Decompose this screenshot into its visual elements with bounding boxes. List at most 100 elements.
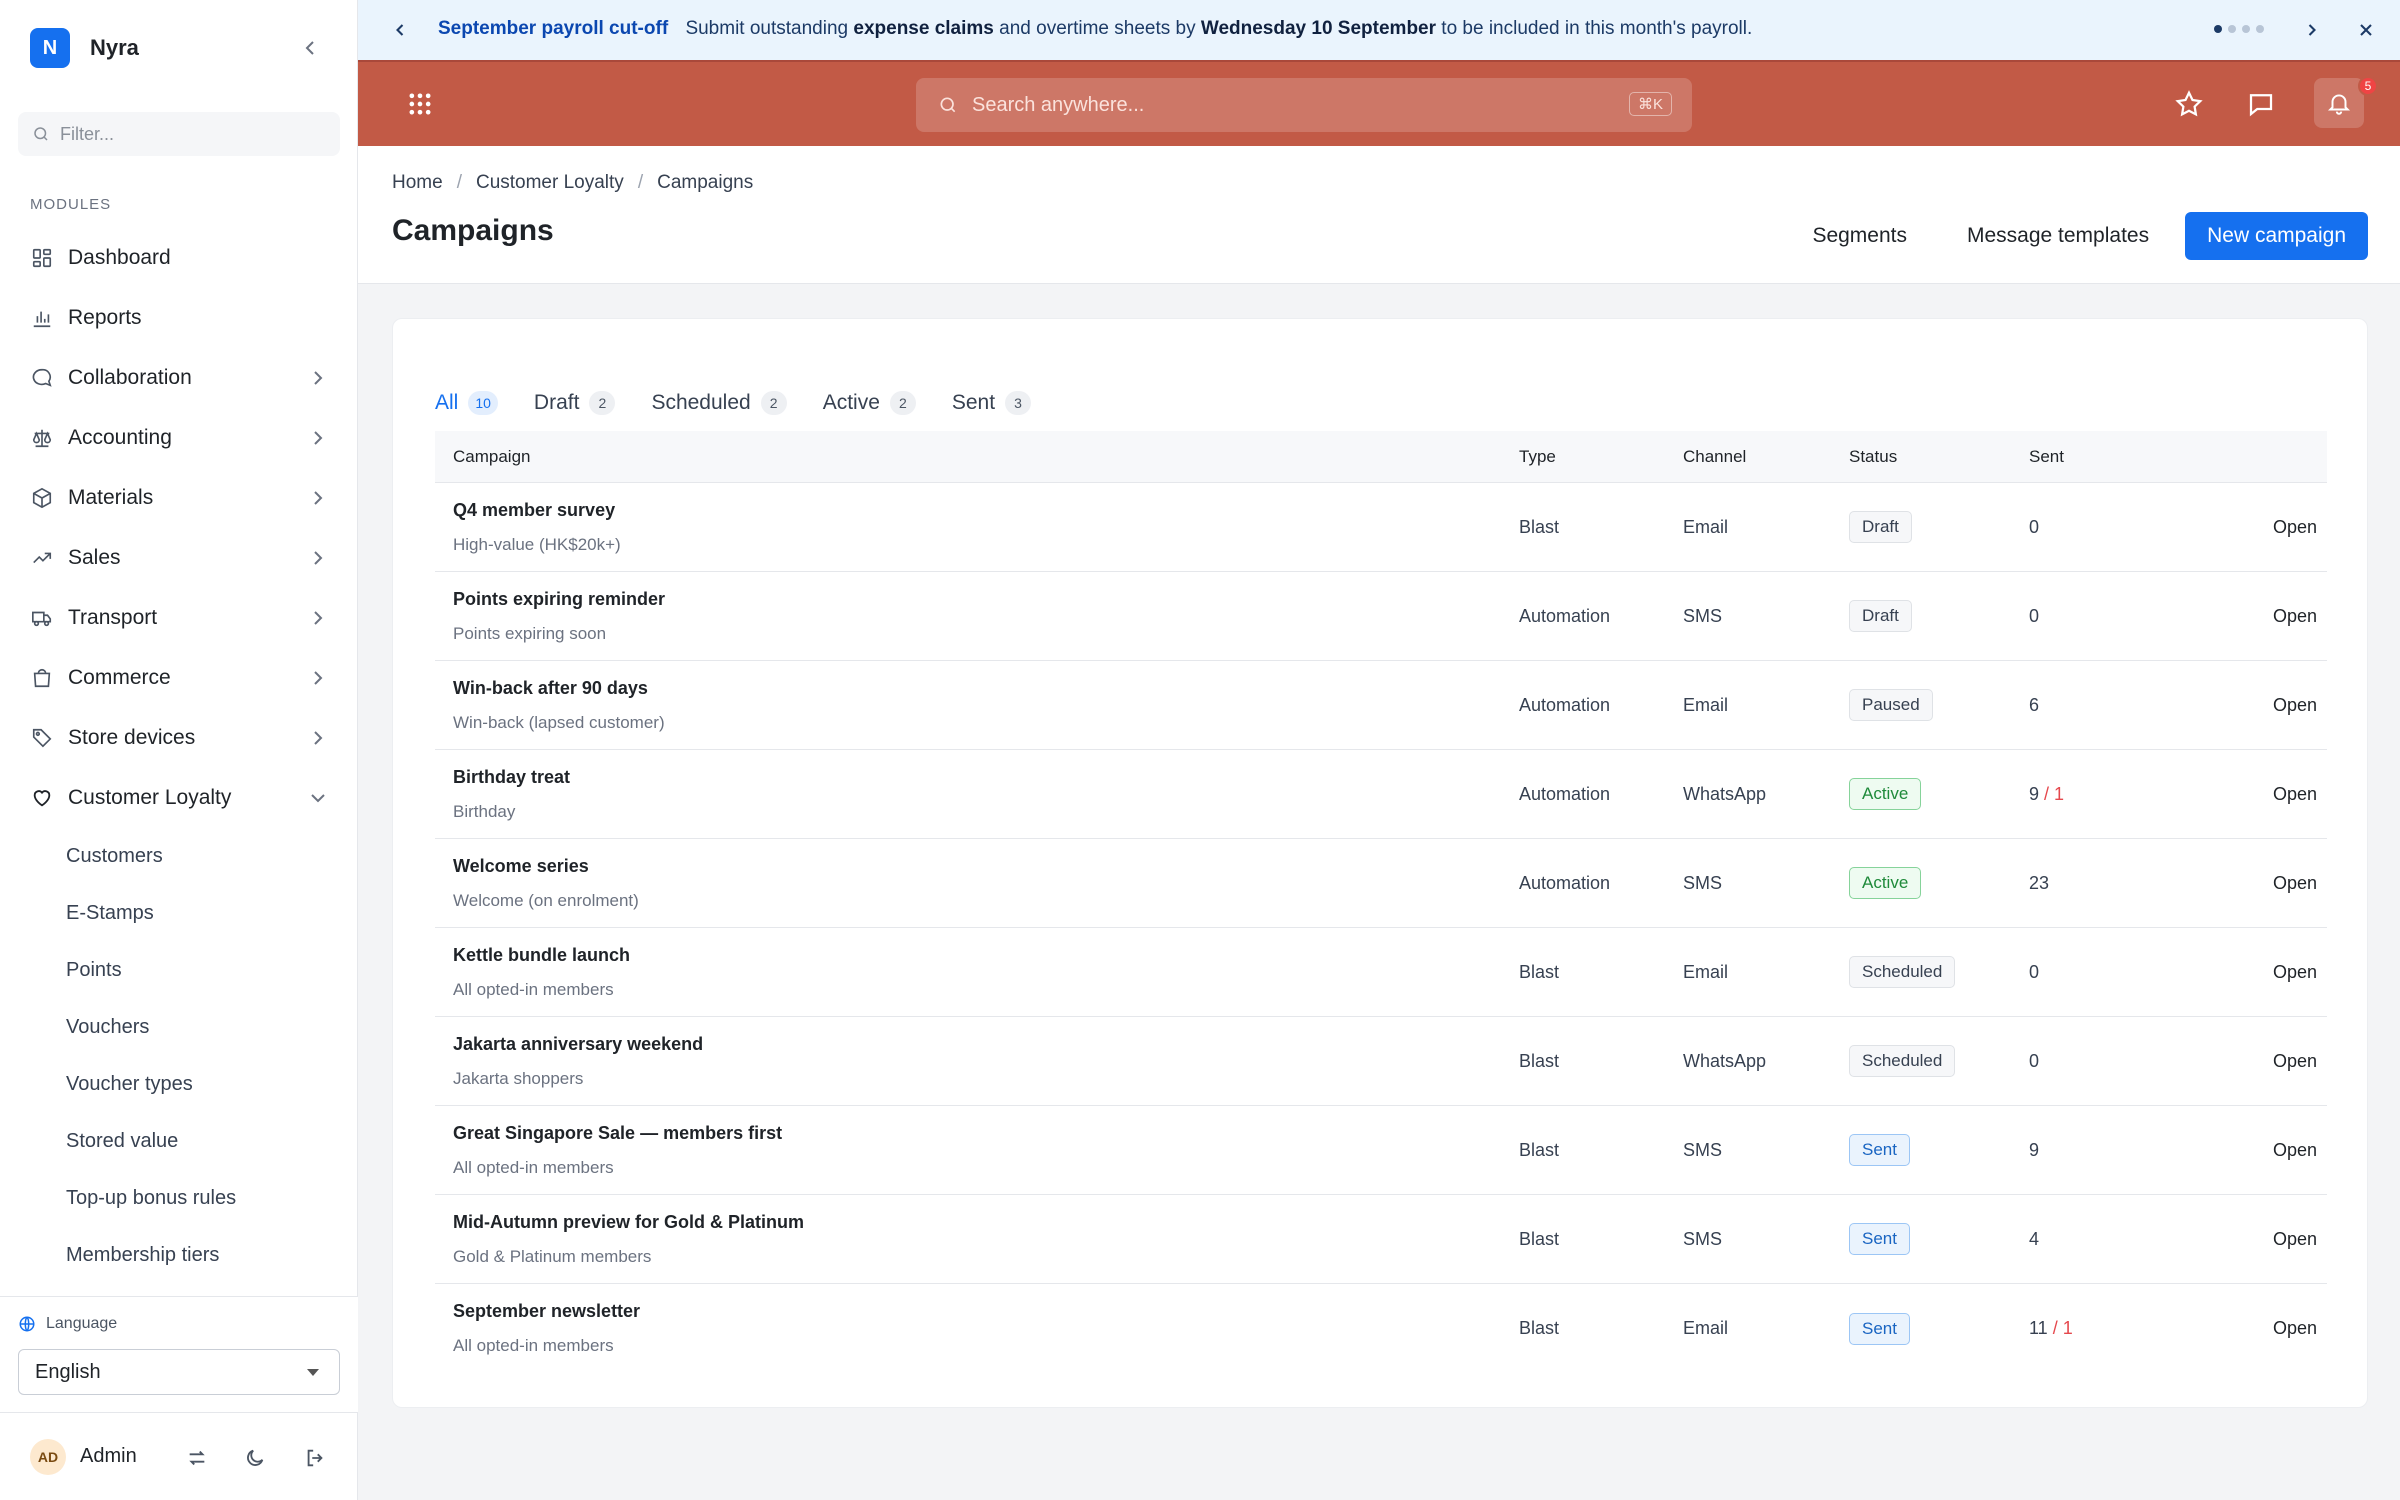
open-campaign-link[interactable]: Open <box>2273 606 2317 627</box>
global-search-input[interactable]: Search anywhere... ⌘K <box>916 78 1692 132</box>
column-header-channel[interactable]: Channel <box>1683 447 1746 467</box>
tab-all[interactable]: All 10 <box>435 367 498 440</box>
sidebar-subitem-voucher-types[interactable]: Voucher types <box>0 1056 358 1113</box>
open-campaign-link[interactable]: Open <box>2273 1229 2317 1250</box>
search-icon <box>34 127 48 141</box>
breadcrumb-customer-loyalty[interactable]: Customer Loyalty <box>476 172 624 194</box>
sidebar-subitem-membership-tiers[interactable]: Membership tiers <box>0 1227 358 1284</box>
open-campaign-link[interactable]: Open <box>2273 1140 2317 1161</box>
status-cell: Active <box>1849 778 1922 810</box>
sidebar-item-sales[interactable]: Sales <box>0 528 358 588</box>
collapse-sidebar-icon[interactable] <box>298 36 322 60</box>
sent-count: 9 <box>2029 1139 2040 1160</box>
sidebar-item-collaboration[interactable]: Collaboration <box>0 348 358 408</box>
sidebar-item-reports[interactable]: Reports <box>0 288 358 348</box>
campaigns-table: Campaign Type Channel Status Sent Q4 mem… <box>435 431 2327 1373</box>
campaign-name[interactable]: Kettle bundle launch <box>453 945 630 966</box>
switch-icon[interactable] <box>186 1447 208 1469</box>
notifications-button[interactable] <box>2314 78 2364 128</box>
sidebar-item-accounting[interactable]: Accounting <box>0 408 358 468</box>
open-campaign-link[interactable]: Open <box>2273 784 2317 805</box>
tab-draft[interactable]: Draft 2 <box>534 367 616 439</box>
tab-scheduled[interactable]: Scheduled 2 <box>651 367 787 439</box>
breadcrumb-home[interactable]: Home <box>392 172 443 194</box>
new-campaign-button[interactable]: New campaign <box>2185 212 2368 260</box>
sidebar-subitem-top-up-bonus-rules[interactable]: Top-up bonus rules <box>0 1170 358 1227</box>
chevron-right-icon[interactable] <box>2302 20 2322 40</box>
sidebar-item-store-devices[interactable]: Store devices <box>0 708 358 768</box>
open-campaign-link[interactable]: Open <box>2273 517 2317 538</box>
campaign-name[interactable]: Jakarta anniversary weekend <box>453 1034 703 1055</box>
column-header-sent[interactable]: Sent <box>2029 447 2064 467</box>
open-campaign-link[interactable]: Open <box>2273 1318 2317 1339</box>
sidebar-filter-input[interactable]: Filter... <box>18 112 340 156</box>
table-row[interactable]: Jakarta anniversary weekend Jakarta shopp… <box>435 1017 2327 1106</box>
carousel-dot[interactable] <box>2214 25 2222 33</box>
chevron-left-icon[interactable] <box>390 20 410 40</box>
open-campaign-link[interactable]: Open <box>2273 695 2317 716</box>
campaign-name[interactable]: Great Singapore Sale — members first <box>453 1123 782 1144</box>
sidebar-item-materials[interactable]: Materials <box>0 468 358 528</box>
campaign-cell: Jakarta anniversary weekend Jakarta shopp… <box>453 1034 703 1089</box>
campaign-name[interactable]: Mid-Autumn preview for Gold & Platinum <box>453 1212 804 1233</box>
sidebar-subitem-points[interactable]: Points <box>0 942 358 999</box>
open-campaign-link[interactable]: Open <box>2273 962 2317 983</box>
sidebar-item-dashboard[interactable]: Dashboard <box>0 228 358 288</box>
sidebar-item-customer-loyalty[interactable]: Customer Loyalty <box>0 768 358 828</box>
user-name[interactable]: Admin <box>80 1445 137 1468</box>
campaign-name[interactable]: Birthday treat <box>453 767 570 788</box>
table-row[interactable]: September newsletter All opted-in members… <box>435 1284 2327 1373</box>
table-row[interactable]: Points expiring reminder Points expiring … <box>435 572 2327 661</box>
sidebar-subitem-vouchers[interactable]: Vouchers <box>0 999 358 1056</box>
open-campaign-link[interactable]: Open <box>2273 1051 2317 1072</box>
table-row[interactable]: Welcome series Welcome (on enrolment) Auto… <box>435 839 2327 928</box>
campaigns-card: All 10 Draft 2 Scheduled 2 Active 2 Sent 3 Ca… <box>392 318 2368 1408</box>
table-row[interactable]: Birthday treat Birthday Automation WhatsApp… <box>435 750 2327 839</box>
column-header-campaign[interactable]: Campaign <box>453 447 531 467</box>
tab-sent[interactable]: Sent 3 <box>952 367 1032 439</box>
message-templates-button[interactable]: Message templates <box>1937 224 2179 248</box>
carousel-dot[interactable] <box>2228 25 2236 33</box>
tab-active[interactable]: Active 2 <box>823 367 916 439</box>
table-row[interactable]: Q4 member survey High-value (HK$20k+) Blas… <box>435 483 2327 572</box>
table-row[interactable]: Great Singapore Sale — members first All … <box>435 1106 2327 1195</box>
carousel-dot[interactable] <box>2256 25 2264 33</box>
star-icon[interactable] <box>2174 89 2204 119</box>
campaign-name[interactable]: September newsletter <box>453 1301 640 1322</box>
segments-button[interactable]: Segments <box>1782 224 1937 248</box>
sidebar-subitem-customers[interactable]: Customers <box>0 828 358 885</box>
campaign-name[interactable]: Points expiring reminder <box>453 589 665 610</box>
sidebar-subitem-stored-value[interactable]: Stored value <box>0 1113 358 1170</box>
message-icon[interactable] <box>2246 89 2276 119</box>
sidebar-item-commerce[interactable]: Commerce <box>0 648 358 708</box>
moon-icon[interactable] <box>244 1447 266 1469</box>
campaign-name[interactable]: Welcome series <box>453 856 639 877</box>
carousel-dot[interactable] <box>2242 25 2250 33</box>
campaign-name[interactable]: Win-back after 90 days <box>453 678 665 699</box>
filter-placeholder: Filter... <box>60 123 115 144</box>
language-section: Language English <box>0 1296 358 1412</box>
user-section: AD Admin <box>0 1412 358 1500</box>
campaign-type: Automation <box>1519 872 1611 893</box>
apps-grid-icon[interactable] <box>406 90 434 118</box>
table-row[interactable]: Win-back after 90 days Win-back (lapsed c… <box>435 661 2327 750</box>
column-header-status[interactable]: Status <box>1849 447 1897 467</box>
announcement-bold: Wednesday 10 September <box>1200 18 1437 39</box>
status-cell: Scheduled <box>1849 956 1956 988</box>
table-row[interactable]: Mid-Autumn preview for Gold & Platinum Go… <box>435 1195 2327 1284</box>
failed-count: 1 <box>2062 1318 2073 1338</box>
column-header-type[interactable]: Type <box>1519 447 1556 467</box>
open-campaign-link[interactable]: Open <box>2273 873 2317 894</box>
table-row[interactable]: Kettle bundle launch All opted-in members… <box>435 928 2327 1017</box>
language-label-text: Language <box>46 1315 118 1332</box>
language-select[interactable]: English <box>18 1349 340 1395</box>
campaign-type: Blast <box>1519 516 1560 537</box>
close-icon[interactable] <box>2356 20 2376 40</box>
sidebar-item-transport[interactable]: Transport <box>0 588 358 648</box>
avatar[interactable]: AD <box>30 1439 66 1475</box>
sidebar-subitem-e-stamps[interactable]: E-Stamps <box>0 885 358 942</box>
logout-icon[interactable] <box>304 1447 326 1469</box>
brand[interactable]: N Nyra <box>30 28 139 68</box>
campaign-name[interactable]: Q4 member survey <box>453 500 621 521</box>
bell-icon <box>2327 94 2351 115</box>
